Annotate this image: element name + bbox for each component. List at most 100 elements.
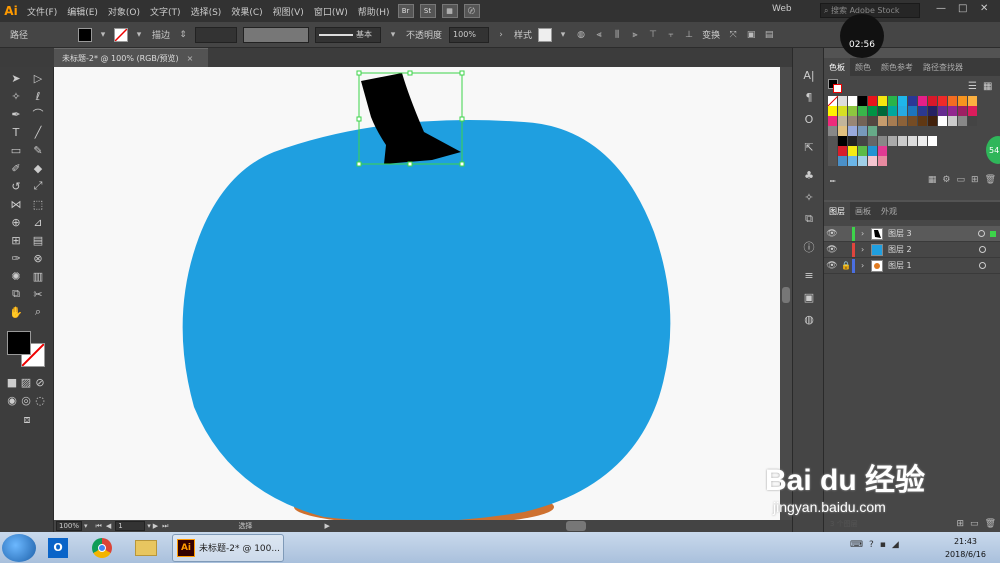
- color-mode-icon[interactable]: ■: [5, 373, 19, 391]
- symbols-panel-icon[interactable]: ♣: [793, 164, 825, 186]
- list-view-icon[interactable]: ☰: [968, 81, 977, 92]
- chevron-down-icon[interactable]: ▾: [147, 522, 151, 530]
- volume-icon[interactable]: ◢: [892, 540, 899, 550]
- selection-handle[interactable]: [407, 161, 413, 167]
- asset-export-panel-icon[interactable]: ⧉: [793, 208, 825, 230]
- gradient-mode-icon[interactable]: ▨: [19, 373, 33, 391]
- width-tool-icon[interactable]: ⋈: [5, 195, 27, 213]
- selection-handle[interactable]: [459, 70, 465, 76]
- new-swatch-icon[interactable]: ⊞: [971, 175, 979, 185]
- align-hcenter-icon[interactable]: ⫼: [610, 28, 624, 42]
- recolor-artwork-icon[interactable]: ◍: [574, 28, 588, 42]
- selection-handle[interactable]: [356, 161, 362, 167]
- swatch-options-icon[interactable]: ⚙: [942, 175, 950, 185]
- next-artboard-icon[interactable]: ▶: [153, 522, 158, 530]
- lock-icon[interactable]: 🔒: [840, 261, 852, 270]
- start-button[interactable]: [2, 533, 36, 562]
- stock-icon[interactable]: St: [419, 4, 436, 18]
- column-graph-tool-icon[interactable]: ▥: [27, 267, 49, 285]
- zoom-tool-icon[interactable]: ⌕: [27, 303, 49, 321]
- menu-help[interactable]: 帮助(H): [353, 5, 395, 18]
- align-vcenter-icon[interactable]: ⫟: [664, 28, 678, 42]
- shape-builder-tool-icon[interactable]: ⊕: [5, 213, 27, 231]
- tab-color-guide[interactable]: 颜色参考: [876, 62, 918, 73]
- gpu-performance-icon[interactable]: 〄: [463, 4, 480, 18]
- type-tool-icon[interactable]: T: [5, 123, 27, 141]
- paragraph-panel-icon[interactable]: ¶: [793, 86, 825, 108]
- tab-layers[interactable]: 图层: [824, 202, 850, 220]
- selection-handle[interactable]: [356, 116, 362, 122]
- stroke-weight-stepper[interactable]: ⇕: [176, 28, 190, 42]
- gradient-tool-icon[interactable]: ▤: [27, 231, 49, 249]
- graphic-style-swatch[interactable]: [538, 27, 553, 42]
- draw-behind-icon[interactable]: ◎: [19, 391, 33, 409]
- close-button[interactable]: ✕: [980, 3, 988, 14]
- rotate-tool-icon[interactable]: ↺: [5, 177, 27, 195]
- selection-handle[interactable]: [459, 116, 465, 122]
- menu-object[interactable]: 对象(O): [103, 5, 145, 18]
- mesh-tool-icon[interactable]: ⊞: [5, 231, 27, 249]
- hand-tool-icon[interactable]: ✋: [5, 303, 27, 321]
- slice-tool-icon[interactable]: ✂: [27, 285, 49, 303]
- tab-appearance[interactable]: 外观: [876, 206, 902, 217]
- outlook-icon[interactable]: O: [38, 534, 78, 562]
- swatch-libraries-icon[interactable]: ⑉: [830, 175, 835, 185]
- layer-name[interactable]: 图层 1: [888, 260, 979, 271]
- magic-wand-tool-icon[interactable]: ✧: [5, 87, 27, 105]
- network-icon[interactable]: ▪: [880, 540, 886, 550]
- direct-selection-tool-icon[interactable]: ▷: [27, 69, 49, 87]
- none-mode-icon[interactable]: ⊘: [33, 373, 47, 391]
- pen-tool-icon[interactable]: ✒: [5, 105, 27, 123]
- menu-view[interactable]: 视图(V): [268, 5, 309, 18]
- chevron-down-icon[interactable]: ▾: [84, 522, 88, 530]
- minimize-button[interactable]: —: [936, 3, 946, 14]
- symbol-sprayer-tool-icon[interactable]: ✺: [5, 267, 27, 285]
- selection-handle[interactable]: [459, 161, 465, 167]
- stroke-weight-field[interactable]: [195, 26, 238, 43]
- info-panel-icon[interactable]: ⓘ: [793, 236, 825, 258]
- close-tab-icon[interactable]: ×: [187, 54, 194, 63]
- opentype-panel-icon[interactable]: O: [793, 108, 825, 130]
- arrange-documents-icon[interactable]: ▦: [441, 4, 458, 18]
- show-kinds-icon[interactable]: ▦: [928, 175, 937, 185]
- perspective-grid-tool-icon[interactable]: ⊿: [27, 213, 49, 231]
- draw-inside-icon[interactable]: ◌: [33, 391, 47, 409]
- character-panel-icon[interactable]: A|: [793, 64, 825, 86]
- thumbnail-view-icon[interactable]: ▦: [983, 81, 992, 92]
- file-explorer-icon[interactable]: [126, 534, 166, 562]
- new-sublayer-icon[interactable]: ⊞: [957, 519, 965, 529]
- fill-indicator[interactable]: [7, 331, 31, 355]
- blend-tool-icon[interactable]: ⊗: [27, 249, 49, 267]
- selection-handle[interactable]: [407, 70, 413, 76]
- menu-file[interactable]: 文件(F): [22, 5, 62, 18]
- screen-mode-icon[interactable]: ⧈: [16, 411, 38, 429]
- chevron-down-icon[interactable]: ▾: [556, 28, 570, 42]
- align-left-icon[interactable]: ⫷: [592, 28, 606, 42]
- new-layer-icon[interactable]: ▭: [970, 519, 979, 529]
- chevron-right-icon[interactable]: ›: [861, 229, 871, 238]
- selection-handle[interactable]: [356, 70, 362, 76]
- transparency-panel-icon[interactable]: ◍: [793, 308, 825, 330]
- flip-icon[interactable]: ⤧: [726, 28, 740, 42]
- menu-select[interactable]: 选择(S): [186, 5, 227, 18]
- first-artboard-icon[interactable]: ⏮: [96, 522, 102, 531]
- eye-icon[interactable]: 👁: [824, 229, 840, 239]
- help-icon[interactable]: ?: [869, 540, 874, 550]
- workspace-switcher[interactable]: Web: [772, 4, 792, 14]
- stroke-panel-icon[interactable]: ≡: [793, 264, 825, 286]
- tab-pathfinder[interactable]: 路径查找器: [918, 62, 968, 73]
- zoom-field[interactable]: 100%: [56, 521, 82, 531]
- eye-icon[interactable]: 👁: [824, 261, 840, 271]
- brushes-panel-icon[interactable]: ✧: [793, 186, 825, 208]
- chevron-down-icon[interactable]: ▾: [132, 28, 146, 42]
- document-tab[interactable]: 未标题-2* @ 100% (RGB/预览) ×: [54, 48, 208, 67]
- menu-effect[interactable]: 效果(C): [226, 5, 267, 18]
- target-icon[interactable]: [979, 246, 986, 253]
- system-clock[interactable]: 21:43 2018/6/16: [945, 535, 986, 561]
- line-tool-icon[interactable]: ╱: [27, 123, 49, 141]
- status-menu-icon[interactable]: ▶: [324, 522, 329, 530]
- menu-window[interactable]: 窗口(W): [309, 5, 353, 18]
- eyedropper-tool-icon[interactable]: ✑: [5, 249, 27, 267]
- scroll-thumb[interactable]: [782, 287, 790, 303]
- chevron-right-icon[interactable]: ›: [861, 245, 871, 254]
